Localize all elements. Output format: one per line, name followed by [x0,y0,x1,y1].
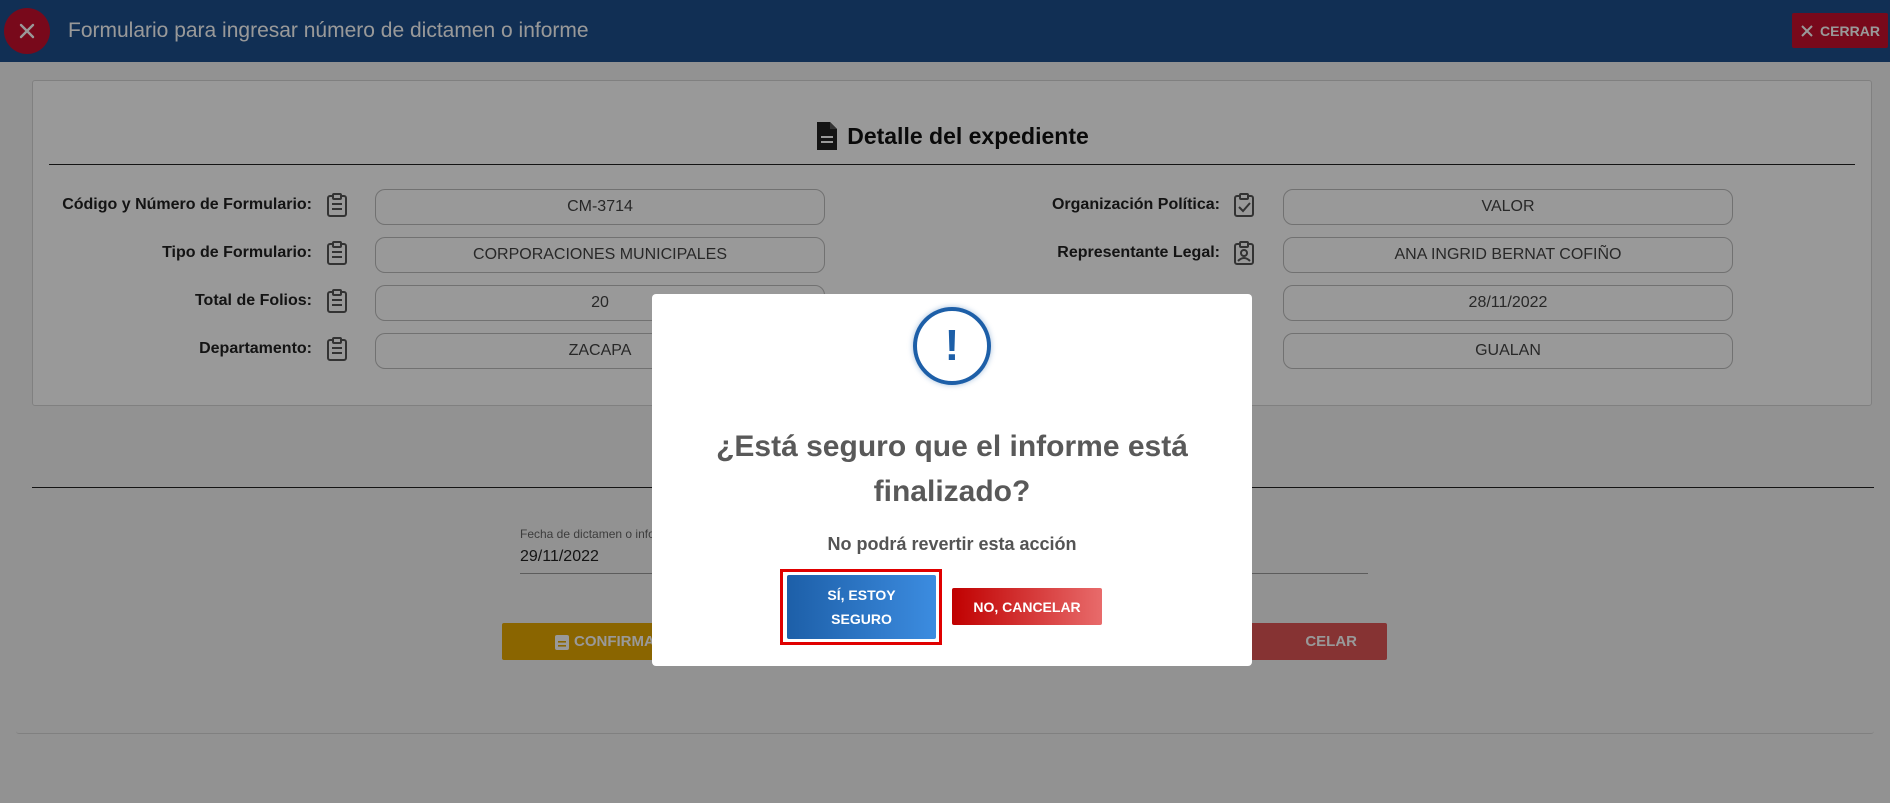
confirm-dialog: ! ¿Está seguro que el informe está final… [652,294,1252,666]
yes-line-2: SEGURO [831,611,892,627]
yes-line-1: SÍ, ESTOY [827,587,896,603]
confirm-no-button[interactable]: NO, CANCELAR [952,588,1102,625]
dialog-text: No podrá revertir esta acción [827,534,1077,554]
dialog-title: ¿Está seguro que el informe está finaliz… [716,430,1188,508]
confirm-yes-button[interactable]: SÍ, ESTOY SEGURO [787,575,936,639]
confirm-yes-label: SÍ, ESTOY SEGURO [827,583,895,631]
warning-icon: ! [913,307,991,385]
